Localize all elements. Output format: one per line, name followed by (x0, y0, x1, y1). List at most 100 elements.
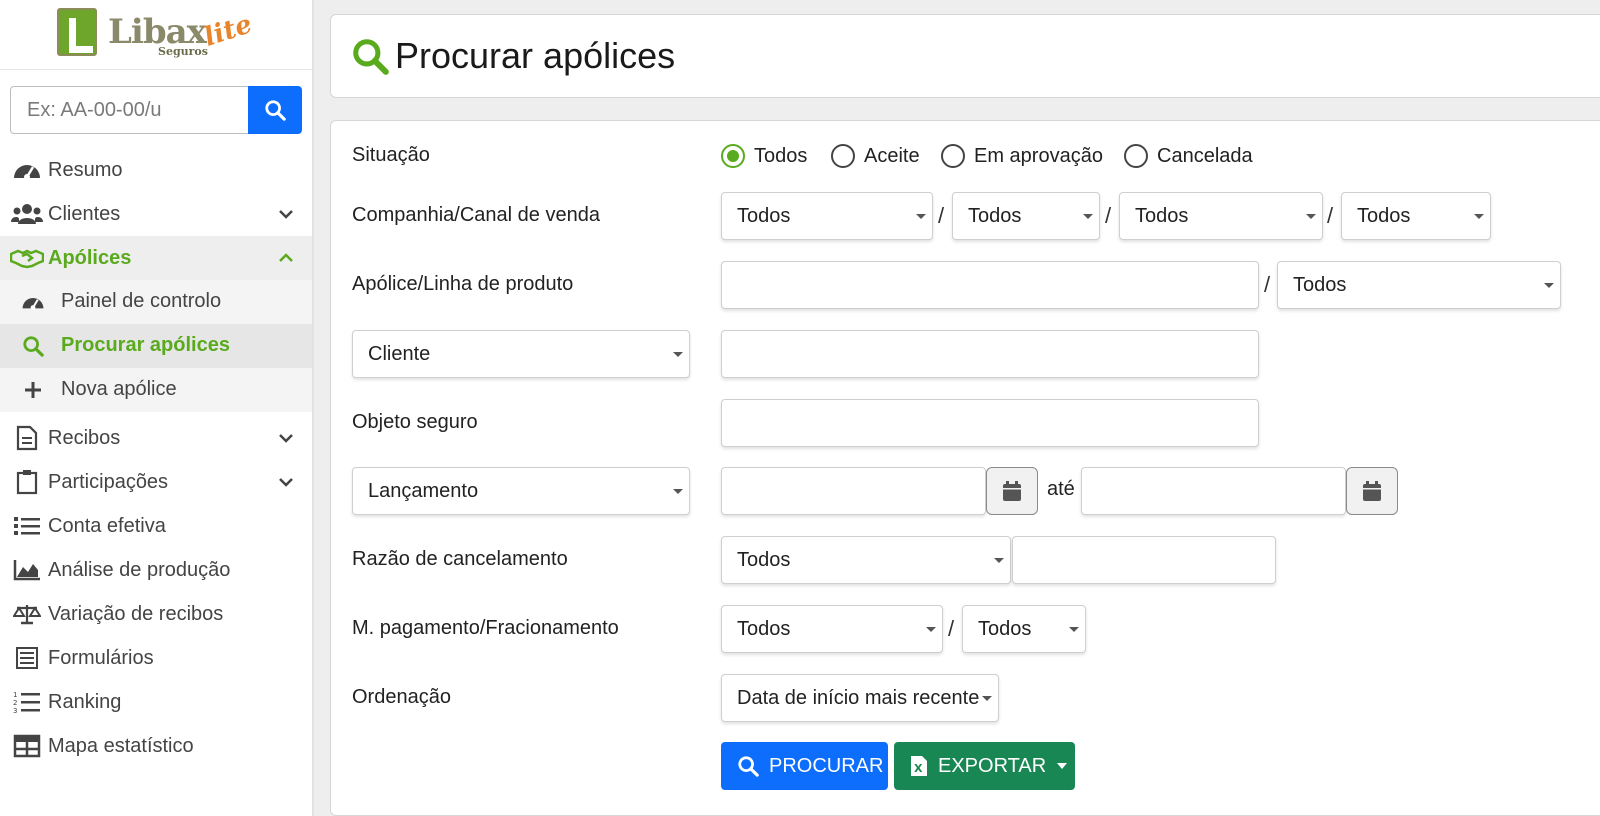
apolice-number-input[interactable] (721, 261, 1259, 309)
radio-dot (831, 144, 855, 168)
sidebar-item-label: Análise de produção (48, 558, 231, 581)
apolice-label: Apólice/Linha de produto (352, 273, 574, 295)
canal-select-2[interactable]: Todos (1341, 192, 1491, 240)
dashboard-icon (10, 158, 44, 182)
logo-mark-icon (57, 8, 97, 56)
select-value: Todos (978, 617, 1032, 640)
search-icon (353, 39, 389, 75)
pagamento-select[interactable]: Todos (721, 605, 943, 653)
chevron-down-icon (279, 434, 293, 443)
sidebar-subitem-painel[interactable]: Painel de controlo (0, 280, 312, 324)
sidebar-subitem-nova[interactable]: Nova apólice (0, 368, 312, 412)
linha-produto-select[interactable]: Todos (1277, 261, 1561, 309)
select-value: Todos (737, 548, 791, 571)
list-icon (10, 514, 44, 538)
dashboard-icon (20, 290, 46, 314)
search-submit-button[interactable]: PROCURAR (721, 742, 888, 790)
separator: / (1327, 203, 1334, 228)
separator: / (1264, 272, 1271, 297)
select-value: Lançamento (368, 479, 479, 502)
select-value: Todos (737, 617, 791, 640)
caret-down-icon (1057, 763, 1068, 769)
sidebar-item-clientes[interactable]: Clientes (0, 192, 312, 236)
handshake-icon (10, 246, 44, 270)
export-button[interactable]: X EXPORTAR (894, 742, 1075, 790)
radio-label: Em aprovação (974, 144, 1103, 167)
radio-em-aprovacao[interactable]: Em aprovação (941, 144, 1103, 168)
cliente-filter-select[interactable]: Cliente (352, 330, 690, 378)
form-icon (10, 646, 44, 670)
radio-aceite[interactable]: Aceite (831, 144, 920, 168)
sidebar-item-label: Formulários (48, 646, 154, 669)
sidebar-subitem-label: Procurar apólices (61, 334, 230, 356)
sidebar-item-formularios[interactable]: Formulários (0, 636, 312, 680)
sidebar-item-ranking[interactable]: 123 Ranking (0, 680, 312, 724)
sidebar-item-apolices[interactable]: Apólices (0, 236, 312, 280)
sidebar-subitem-procurar[interactable]: Procurar apólices (0, 324, 312, 368)
sidebar-item-analise-producao[interactable]: Análise de produção (0, 548, 312, 592)
radio-dot (941, 144, 965, 168)
date-to-input[interactable] (1081, 467, 1346, 515)
svg-text:X: X (914, 762, 923, 775)
sidebar-item-mapa-estatistico[interactable]: Mapa estatístico (0, 724, 312, 768)
sidebar-subitem-label: Painel de controlo (61, 290, 222, 312)
separator: / (948, 616, 955, 641)
companhia-label: Companhia/Canal de venda (352, 204, 600, 226)
ordenacao-select[interactable]: Data de início mais recente (721, 674, 999, 722)
sidebar-item-label: Participações (48, 470, 169, 493)
date-type-select[interactable]: Lançamento (352, 467, 690, 515)
pagamento-label: M. pagamento/Fracionamento (352, 617, 619, 639)
date-to-calendar-button[interactable] (1346, 467, 1398, 515)
plus-icon (20, 378, 46, 402)
companhia-select-2[interactable]: Todos (952, 192, 1100, 240)
separator: / (938, 203, 945, 228)
date-from-calendar-button[interactable] (986, 467, 1038, 515)
chevron-down-icon (279, 478, 293, 487)
sidebar-item-label: Mapa estatístico (48, 734, 194, 757)
sidebar-item-label: Variação de recibos (48, 602, 224, 625)
razao-input[interactable] (1012, 536, 1276, 584)
calendar-icon (1003, 481, 1021, 501)
search-icon (265, 100, 286, 121)
select-value: Todos (1293, 273, 1347, 296)
radio-dot (1124, 144, 1148, 168)
sidebar-item-variacao-recibos[interactable]: Variação de recibos (0, 592, 312, 636)
select-value: Data de início mais recente (737, 686, 980, 709)
radio-label: Cancelada (1157, 144, 1253, 167)
policy-search-input[interactable] (10, 86, 250, 134)
sidebar-item-conta-efetiva[interactable]: Conta efetiva (0, 504, 312, 548)
companhia-select-1[interactable]: Todos (721, 192, 933, 240)
situacao-label: Situação (352, 144, 430, 166)
chevron-up-icon (279, 253, 293, 262)
policy-search-button[interactable] (248, 86, 302, 134)
ordered-list-icon: 123 (10, 690, 44, 714)
sidebar-item-label: Clientes (48, 202, 121, 225)
radio-todos[interactable]: Todos (721, 144, 807, 168)
sidebar-item-recibos[interactable]: Recibos (0, 416, 312, 460)
users-icon (10, 202, 44, 226)
date-from-input[interactable] (721, 467, 986, 515)
sidebar-item-label: Apólices (48, 246, 132, 269)
search-icon (20, 334, 46, 358)
objeto-label: Objeto seguro (352, 411, 478, 433)
policy-search (10, 86, 302, 134)
select-value: Todos (1357, 204, 1411, 227)
file-icon (10, 425, 44, 451)
sidebar-subitem-label: Nova apólice (61, 378, 177, 400)
logo[interactable]: Libax Seguros lite (0, 0, 312, 70)
sidebar: Libax Seguros lite Resumo Clientes Apóli (0, 0, 314, 816)
search-icon (738, 756, 759, 777)
sidebar-item-label: Recibos (48, 426, 121, 449)
separator: / (1105, 203, 1112, 228)
objeto-input[interactable] (721, 399, 1259, 447)
razao-label: Razão de cancelamento (352, 548, 568, 570)
sidebar-item-participacoes[interactable]: Participações (0, 460, 312, 504)
canal-select-1[interactable]: Todos (1119, 192, 1323, 240)
svg-text:2: 2 (13, 699, 17, 707)
razao-select[interactable]: Todos (721, 536, 1011, 584)
table-icon (10, 734, 44, 758)
fracionamento-select[interactable]: Todos (962, 605, 1086, 653)
radio-cancelada[interactable]: Cancelada (1124, 144, 1253, 168)
sidebar-item-resumo[interactable]: Resumo (0, 148, 312, 192)
cliente-input[interactable] (721, 330, 1259, 378)
